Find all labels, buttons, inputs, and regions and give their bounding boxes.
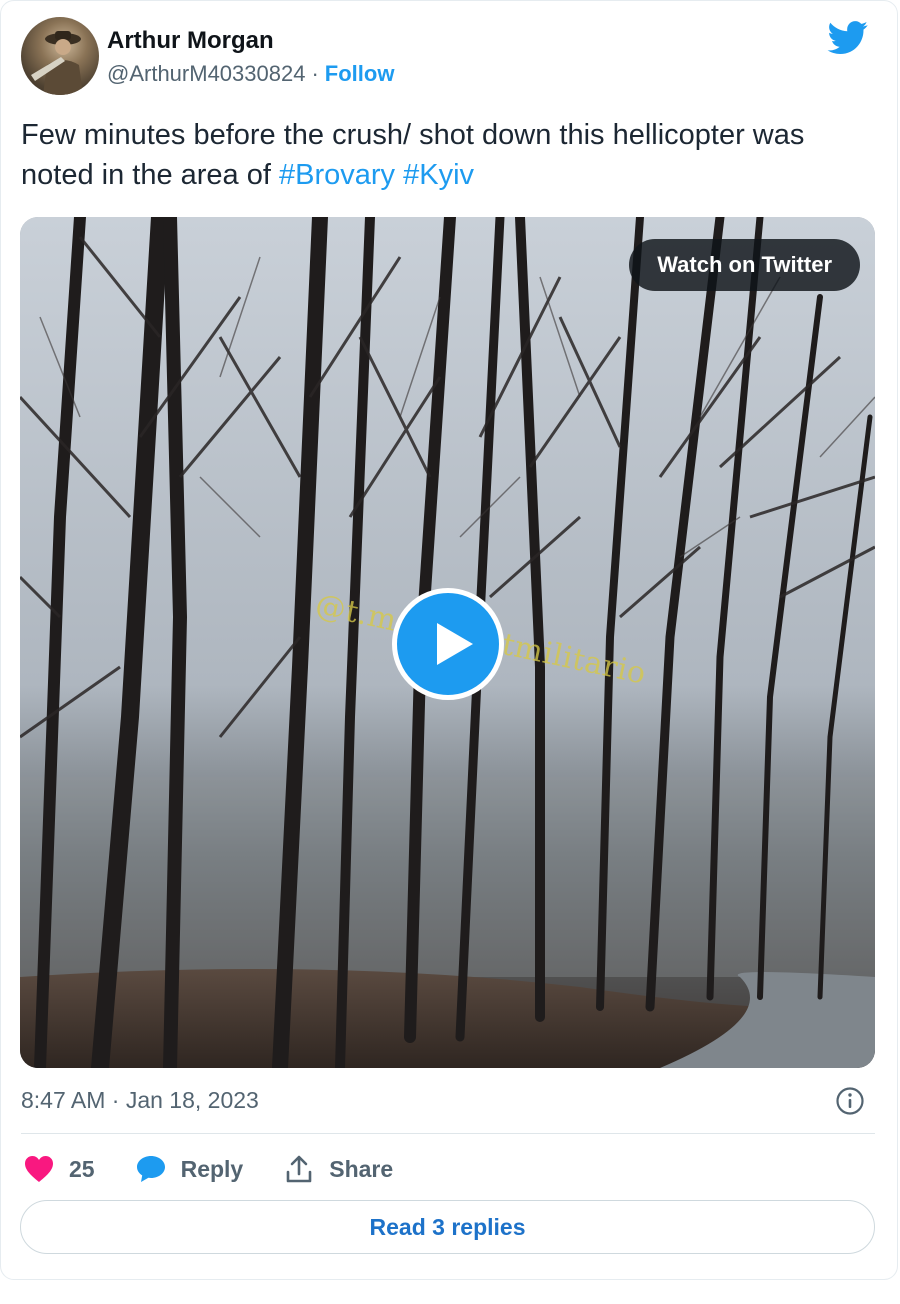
reply-label: Reply [180,1155,244,1182]
reply-button[interactable]: Reply [135,1154,244,1184]
author-handle[interactable]: @ArthurM40330824 [107,61,305,86]
hashtag-brovary[interactable]: #Brovary [279,159,395,191]
author-display-name[interactable]: Arthur Morgan [107,27,274,55]
like-button[interactable]: 25 [23,1154,95,1184]
play-button[interactable] [392,588,504,700]
follow-button[interactable]: Follow [325,61,395,86]
video-player[interactable]: @t.me/infantmilitario Watch on Twitter [20,217,875,1068]
share-label: Share [329,1155,394,1182]
hashtag-kyiv[interactable]: #Kyiv [403,159,474,191]
info-icon[interactable] [835,1086,865,1116]
share-upload-icon [286,1155,312,1183]
like-count: 25 [69,1155,95,1182]
author-handle-row: @ArthurM40330824 · Follow [107,61,394,87]
speech-bubble-icon [136,1156,165,1182]
avatar[interactable] [21,17,99,95]
twitter-bird-icon[interactable] [827,21,869,55]
heart-icon [25,1156,53,1182]
read-replies-button[interactable]: Read 3 replies [20,1200,875,1254]
action-bar: 25 Reply Share [23,1149,433,1189]
tweet-timestamp[interactable]: 8:47 AM · Jan 18, 2023 [21,1087,259,1114]
tweet-text: Few minutes before the crush/ shot down … [21,115,881,195]
share-button[interactable]: Share [283,1154,393,1184]
watch-on-twitter-button[interactable]: Watch on Twitter [629,239,860,291]
avatar-image [31,31,83,95]
divider [21,1133,875,1134]
tweet-card: Arthur Morgan @ArthurM40330824 · Follow Fe… [0,0,898,1280]
separator-dot: · [311,61,319,86]
play-icon [437,623,473,665]
